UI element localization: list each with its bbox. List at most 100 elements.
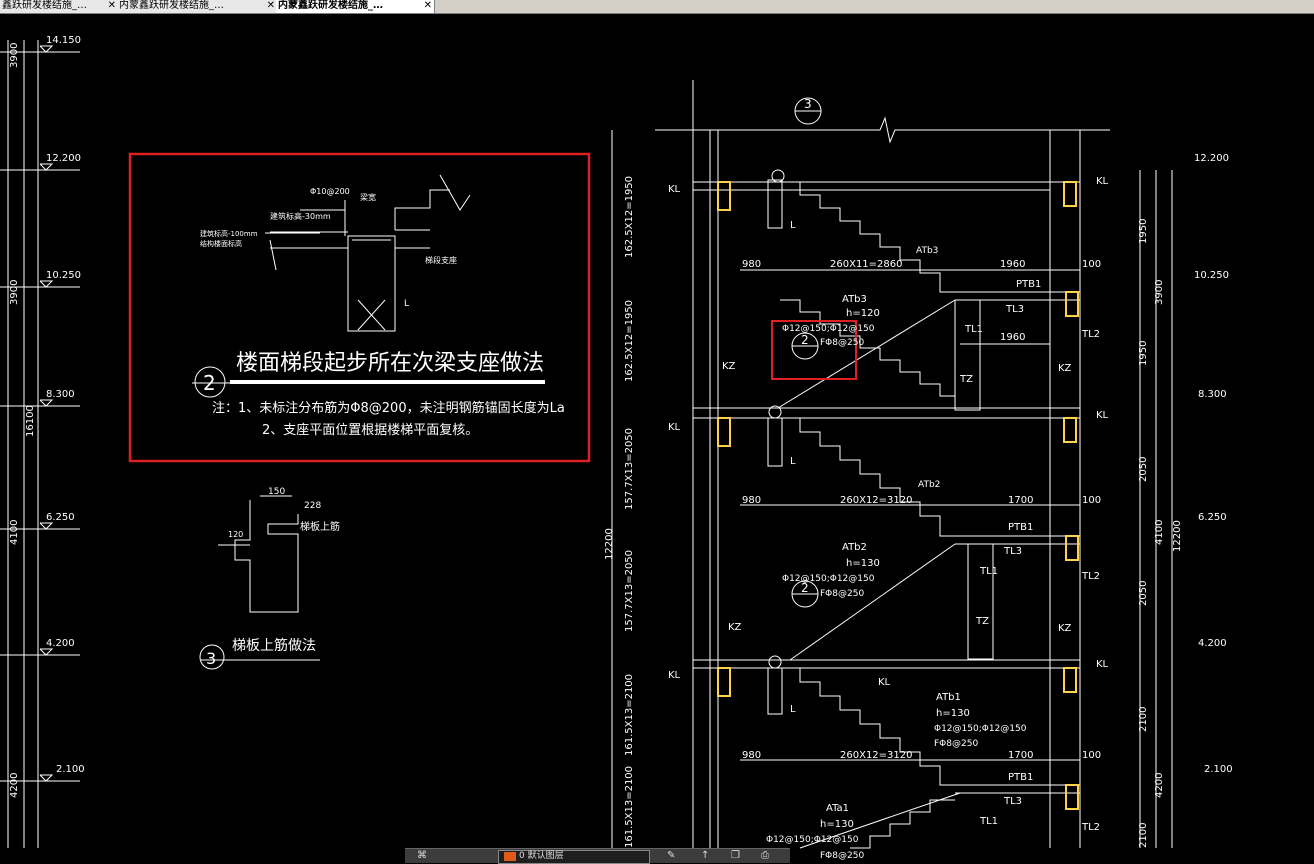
- dim-label: 1950: [1138, 341, 1149, 366]
- dim-label: 16100: [25, 405, 36, 437]
- detail-label: 梁宽: [360, 192, 376, 202]
- span-label: 1700: [1008, 495, 1033, 506]
- tl3-label: TL3: [1003, 796, 1022, 807]
- beam-label: KL: [668, 422, 681, 433]
- beam-label: KL: [878, 677, 891, 688]
- close-icon[interactable]: ✕: [267, 0, 275, 12]
- tl3-label: TL3: [1005, 304, 1024, 315]
- cad-drawing-canvas[interactable]: 14.150 12.200 10.250 8.300 6.250 4.200 2…: [0, 14, 1314, 862]
- tl2-label: TL2: [1081, 571, 1100, 582]
- detail-note: 注：1、未标注分布筋为Φ8@200，未注明钢筋锚固长度为La: [212, 400, 565, 416]
- level-label: 2.100: [56, 764, 85, 775]
- dim-label: 2050: [1138, 581, 1149, 606]
- level-label: 4.200: [1198, 638, 1227, 649]
- dim-label: 162.5X12=1950: [624, 300, 635, 382]
- pen-icon[interactable]: ✎: [667, 851, 679, 861]
- dim-label: 1960: [1000, 332, 1025, 343]
- l-label: L: [790, 220, 796, 231]
- kz-label: KZ: [728, 622, 742, 633]
- arrow-icon[interactable]: ↑: [701, 851, 713, 861]
- tl1-label: TL1: [979, 816, 998, 827]
- flight-rebar: Φ12@150;Φ12@150: [782, 574, 875, 584]
- kz-label: KZ: [1058, 363, 1072, 374]
- level-label: 6.250: [46, 512, 75, 523]
- title-underline: [230, 380, 545, 384]
- layer-color-swatch: [504, 852, 516, 861]
- span-label: 980: [742, 259, 761, 270]
- dim-label: 3900: [9, 280, 20, 305]
- detail-label: L: [404, 299, 409, 309]
- tab-label: 鑫跃研发楼结施_…: [2, 0, 87, 11]
- document-tab-bar: 鑫跃研发楼结施_… ✕ 内蒙鑫跃研发楼结施_… ✕ 内蒙鑫跃研发楼结施_… ✕: [0, 0, 1314, 14]
- close-icon[interactable]: ✕: [424, 0, 432, 12]
- flight-distribution: FΦ8@250: [820, 851, 864, 861]
- dim-label: 4200: [9, 773, 20, 798]
- tl2-label: TL2: [1081, 822, 1100, 833]
- tab-drawing-1[interactable]: 鑫跃研发楼结施_… ✕: [0, 0, 119, 13]
- copy-icon[interactable]: ❐: [731, 851, 743, 861]
- beam-label: KL: [1096, 410, 1109, 421]
- flight-thickness: h=120: [846, 308, 880, 319]
- span-label: 980: [742, 750, 761, 761]
- tab-label: 内蒙鑫跃研发楼结施_…: [119, 0, 224, 11]
- flight-distribution: FΦ8@250: [820, 338, 864, 348]
- span-label: 260X12=3120: [840, 495, 913, 506]
- callout-number: 2: [801, 333, 809, 347]
- l-label: L: [790, 456, 796, 467]
- beam-label: KL: [1096, 659, 1109, 670]
- tl3-label: TL3: [1003, 546, 1022, 557]
- span-label: 260X12=3120: [840, 750, 913, 761]
- tab-drawing-3[interactable]: 内蒙鑫跃研发楼结施_… ✕: [276, 0, 435, 13]
- detail-label: 150: [268, 487, 285, 497]
- flight-thickness: h=130: [846, 558, 880, 569]
- kz-label: KZ: [722, 361, 736, 372]
- detail-label: Φ10@200: [310, 187, 350, 196]
- stair-section-drawing: [611, 80, 1173, 849]
- dim-label: 2100: [1138, 707, 1149, 732]
- dim-label: 157.7X13=2050: [624, 428, 635, 510]
- close-icon[interactable]: ✕: [108, 0, 116, 12]
- span-label: 260X11=2860: [830, 259, 903, 270]
- tz-label: TZ: [975, 616, 989, 627]
- detail-number: 3: [206, 649, 216, 668]
- flight-thickness: h=130: [936, 708, 970, 719]
- level-label: 10.250: [1194, 270, 1229, 281]
- level-label: 2.100: [1204, 764, 1233, 775]
- beam-label: KL: [668, 670, 681, 681]
- dim-label: 12200: [1172, 520, 1183, 552]
- level-label: 4.200: [46, 638, 75, 649]
- dim-label: 4100: [1154, 520, 1165, 545]
- layer-icon[interactable]: ⌘: [417, 851, 429, 861]
- detail-label: 结构楼面标高: [200, 239, 242, 248]
- level-label: 12.200: [46, 153, 81, 164]
- dim-label: 1950: [1138, 219, 1149, 244]
- flight-name: ATb1: [936, 692, 961, 703]
- tab-drawing-2[interactable]: 内蒙鑫跃研发楼结施_… ✕: [117, 0, 278, 13]
- l-label: L: [790, 704, 796, 715]
- callout-number: 3: [804, 97, 812, 111]
- tl1-label: TL1: [964, 324, 983, 335]
- tl2-label: TL2: [1081, 329, 1100, 340]
- detail-label: 建筑标高-100mm: [200, 229, 258, 238]
- print-icon[interactable]: ⎙: [761, 851, 773, 861]
- flight-thickness: h=130: [820, 819, 854, 830]
- dim-label: 161.5X13=2100: [624, 766, 635, 848]
- dim-label: 162.5X12=1950: [624, 176, 635, 258]
- layer-name: 0 默认图层: [519, 851, 564, 861]
- flight-name: ATa1: [826, 803, 849, 814]
- dim-label: 2050: [1138, 457, 1149, 482]
- level-label: 10.250: [46, 270, 81, 281]
- detail-title: 梯板上筋做法: [232, 637, 316, 654]
- span-label: 1960: [1000, 259, 1025, 270]
- detail-label: 228: [304, 501, 321, 511]
- flight-rebar: Φ12@150;Φ12@150: [782, 324, 875, 334]
- detail-label: 梯段支座: [425, 255, 457, 265]
- dim-label: 157.7X13=2050: [624, 550, 635, 632]
- dim-label: 2100: [1138, 823, 1149, 848]
- flight-name: ATb2: [918, 480, 940, 490]
- dim-label: 3900: [9, 43, 20, 68]
- span-label: 1700: [1008, 750, 1033, 761]
- detail-note: 2、支座平面位置根据楼梯平面复核。: [262, 423, 478, 438]
- flight-name: ATb2: [842, 542, 867, 553]
- ptb-label: PTB1: [1016, 279, 1041, 290]
